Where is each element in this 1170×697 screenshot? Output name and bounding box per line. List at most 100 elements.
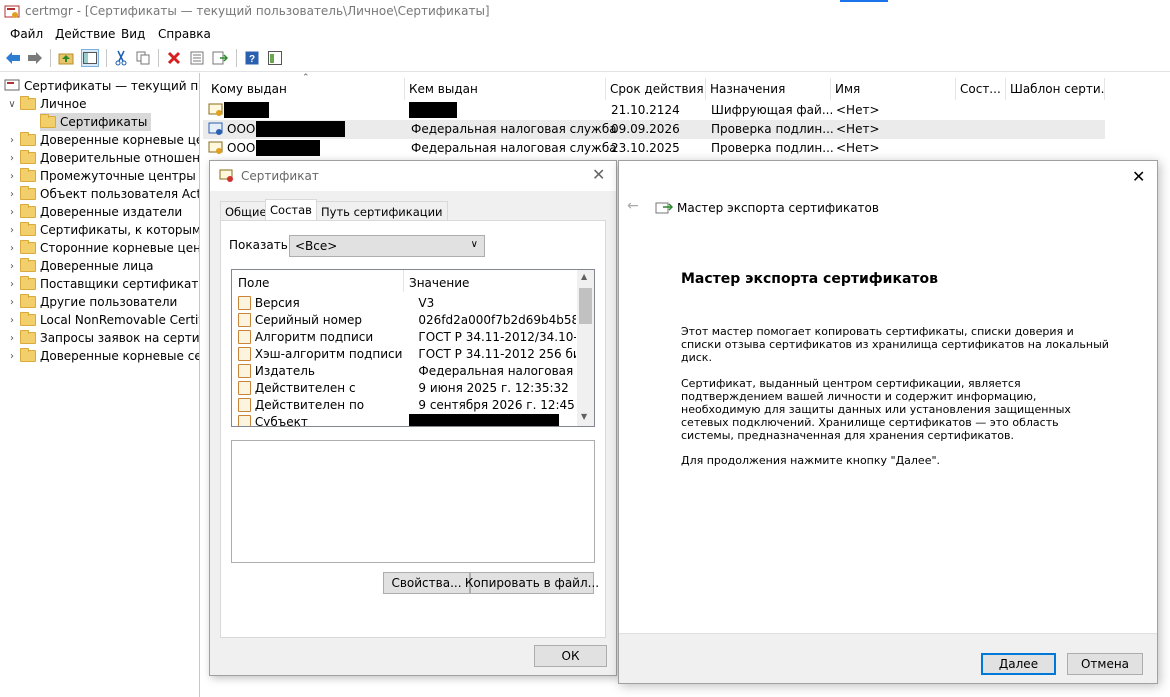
close-icon[interactable]: ✕ bbox=[1132, 167, 1145, 186]
console-view-icon[interactable] bbox=[266, 49, 284, 67]
tree-item[interactable]: › Local NonRemovable Certificates bbox=[6, 311, 199, 329]
show-select[interactable]: <Все> ∨ bbox=[289, 235, 485, 257]
chevron-right-icon[interactable]: › bbox=[6, 279, 18, 290]
field-icon bbox=[238, 346, 251, 361]
folder-icon bbox=[20, 96, 36, 110]
tree-item-label: Другие пользователи bbox=[40, 295, 178, 309]
certificate-icon bbox=[219, 169, 233, 182]
menu-action[interactable]: Действие bbox=[55, 27, 115, 41]
tree-item[interactable]: › Объект пользователя Active Directory bbox=[6, 185, 199, 203]
cut-icon[interactable] bbox=[112, 49, 130, 67]
tab-general[interactable]: Общие bbox=[220, 201, 272, 220]
tree-item[interactable]: › Доверительные отношения в предприятии bbox=[6, 149, 199, 167]
list-item[interactable]: Хэш-алгоритм подписи ГОСТ Р 34.11-2012 25… bbox=[232, 345, 576, 362]
redaction bbox=[256, 140, 320, 156]
column-header-expiration[interactable]: Срок действия bbox=[606, 78, 706, 100]
chevron-right-icon[interactable]: › bbox=[6, 135, 18, 146]
chevron-right-icon[interactable]: › bbox=[6, 243, 18, 254]
chevron-right-icon[interactable]: › bbox=[6, 153, 18, 164]
cell-issued-by: Федеральная налоговая служба bbox=[411, 122, 617, 136]
tree-pane: Сертификаты — текущий пользователь ∨ Лич… bbox=[0, 73, 200, 697]
tree-item[interactable]: › Доверенные корневые центры сертификации bbox=[6, 131, 199, 149]
tree-root-label: Сертификаты — текущий пользователь bbox=[24, 79, 199, 93]
list-item[interactable]: Алгоритм подписи ГОСТ Р 34.11-2012/34.10-… bbox=[232, 328, 576, 345]
dialog-title: Сертификат bbox=[241, 169, 319, 183]
menu-help[interactable]: Справка bbox=[158, 27, 211, 41]
copy-icon[interactable] bbox=[134, 49, 152, 67]
chevron-right-icon[interactable]: › bbox=[6, 225, 18, 236]
chevron-right-icon[interactable]: › bbox=[6, 333, 18, 344]
delete-icon[interactable] bbox=[165, 49, 183, 67]
tree-item-label: Доверенные лица bbox=[40, 259, 154, 273]
table-row[interactable]: 21.10.2124 Шифрующая фай... <Нет> bbox=[203, 101, 1105, 120]
show-tree-icon[interactable] bbox=[81, 49, 99, 67]
copy-to-file-button[interactable]: Копировать в файл... bbox=[465, 572, 599, 594]
tree-item-personal[interactable]: ∨ Личное bbox=[6, 95, 86, 113]
tree-item[interactable]: › Запросы заявок на сертификат bbox=[6, 329, 199, 347]
table-row[interactable]: ООО Федеральная налоговая служба 09.09.2… bbox=[203, 120, 1105, 139]
value-detail-box[interactable] bbox=[231, 440, 595, 563]
column-header-issued-to[interactable]: Кому выдан bbox=[207, 78, 405, 100]
chevron-right-icon[interactable]: › bbox=[6, 315, 18, 326]
list-item[interactable]: Действителен с 9 июня 2025 г. 12:35:32 bbox=[232, 379, 576, 396]
column-header-name[interactable]: Имя bbox=[831, 78, 956, 100]
forward-arrow-icon[interactable] bbox=[26, 49, 44, 67]
column-header-status[interactable]: Сост... bbox=[956, 78, 1006, 100]
tree-item[interactable]: › Другие пользователи bbox=[6, 293, 177, 311]
column-header-purposes[interactable]: Назначения bbox=[706, 78, 831, 100]
chevron-right-icon[interactable]: › bbox=[6, 351, 18, 362]
tree-item-certificates[interactable]: Сертификаты bbox=[40, 113, 152, 131]
tree-item[interactable]: › Промежуточные центры сертификации bbox=[6, 167, 199, 185]
scrollbar-thumb[interactable] bbox=[579, 288, 592, 324]
menu-file[interactable]: Файл bbox=[10, 27, 43, 41]
list-item[interactable]: Версия V3 bbox=[232, 294, 576, 311]
tree-item[interactable]: › Сторонние корневые центры сертификации bbox=[6, 239, 199, 257]
tree-item[interactable]: › Доверенные корневые сертификаты смарт-к… bbox=[6, 347, 199, 365]
list-item[interactable]: Действителен по 9 сентября 2026 г. 12:45:… bbox=[232, 396, 576, 413]
up-folder-icon[interactable] bbox=[57, 49, 75, 67]
column-header-issued-by[interactable]: Кем выдан bbox=[405, 78, 606, 100]
export-list-icon[interactable] bbox=[211, 49, 229, 67]
chevron-right-icon[interactable]: › bbox=[6, 207, 18, 218]
field-value: ГОСТ Р 34.11-2012/34.10-20... bbox=[418, 329, 576, 344]
scroll-up-icon[interactable]: ▲ bbox=[581, 272, 587, 281]
folder-icon bbox=[20, 294, 36, 308]
help-icon[interactable]: ? bbox=[243, 49, 261, 67]
cancel-button[interactable]: Отмена bbox=[1067, 653, 1143, 675]
tree-item[interactable]: › Сертификаты, к которым нет доверия bbox=[6, 221, 199, 239]
chevron-right-icon[interactable]: › bbox=[6, 171, 18, 182]
tree-item[interactable]: › Доверенные лица bbox=[6, 257, 154, 275]
next-button[interactable]: Далее bbox=[981, 653, 1056, 675]
table-row[interactable]: ООО Федеральная налоговая служба 23.10.2… bbox=[203, 139, 1105, 158]
tree-item-label: Промежуточные центры сертификации bbox=[40, 169, 199, 183]
back-arrow-icon[interactable] bbox=[4, 49, 22, 67]
tree-item[interactable]: › Поставщики сертификатов проверки подлин… bbox=[6, 275, 199, 293]
tree-root[interactable]: Сертификаты — текущий пользователь bbox=[4, 77, 199, 95]
vertical-scrollbar[interactable]: ▲ ▼ bbox=[577, 270, 594, 426]
properties-icon[interactable] bbox=[188, 49, 206, 67]
certificate-icon bbox=[208, 103, 223, 116]
cell-expiration: 09.09.2026 bbox=[611, 122, 680, 136]
list-item[interactable]: Издатель Федеральная налоговая слу... bbox=[232, 362, 576, 379]
tab-details[interactable]: Состав bbox=[265, 199, 317, 221]
list-item[interactable]: Серийный номер 026fd2a000f7b2d69b4b5843..… bbox=[232, 311, 576, 328]
column-header-template[interactable]: Шаблон серти... bbox=[1006, 78, 1105, 100]
menu-bar: Файл Действие Вид Справка bbox=[0, 24, 1170, 44]
tab-certification-path[interactable]: Путь сертификации bbox=[316, 201, 448, 220]
chevron-right-icon[interactable]: › bbox=[6, 189, 18, 200]
close-icon[interactable]: ✕ bbox=[592, 165, 605, 184]
chevron-right-icon[interactable]: › bbox=[6, 297, 18, 308]
show-label: Показать: bbox=[229, 238, 292, 252]
field-name: Издатель bbox=[254, 363, 315, 378]
chevron-down-icon[interactable]: ∨ bbox=[6, 99, 18, 110]
properties-button[interactable]: Свойства... bbox=[383, 572, 470, 594]
scroll-down-icon[interactable]: ▼ bbox=[581, 412, 587, 421]
back-arrow-icon[interactable]: ← bbox=[627, 198, 639, 214]
field-icon bbox=[238, 329, 251, 344]
cell-name: <Нет> bbox=[836, 141, 880, 155]
ok-button[interactable]: ОК bbox=[534, 645, 607, 667]
tree-item[interactable]: › Доверенные издатели bbox=[6, 203, 182, 221]
chevron-right-icon[interactable]: › bbox=[6, 261, 18, 272]
menu-view[interactable]: Вид bbox=[121, 27, 145, 41]
svg-text:?: ? bbox=[249, 54, 255, 65]
